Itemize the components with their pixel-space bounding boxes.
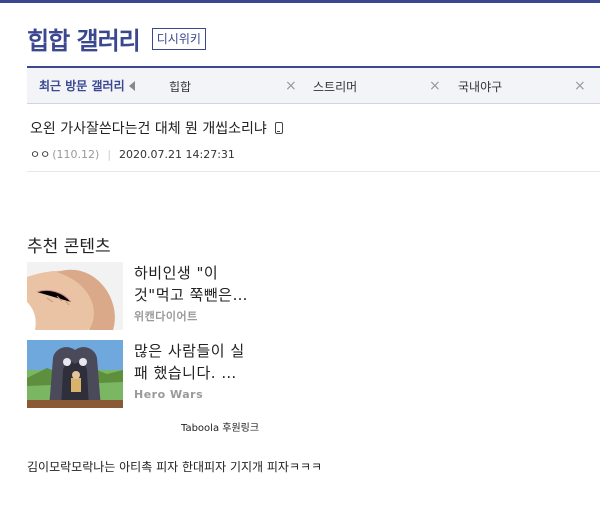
post-title: 오왼 가사잘쓴다는건 대체 뭔 개씹소리냐 [30,118,283,138]
gallery-title[interactable]: 힙합 갤러리 [27,21,141,56]
caret-left-icon[interactable] [128,80,135,91]
recent-visit-item-1[interactable]: 힙합 × [169,68,297,104]
close-icon[interactable]: × [285,78,297,94]
recommended-item[interactable]: 많은 사람들이 실 패 했습니다. … Hero Wars [27,340,287,408]
post-author-ip: (110.12) [52,147,100,161]
gallery-header: 힙합 갤러리 디시위키 [27,21,206,56]
post-author[interactable]: ㅇㅇ [30,146,50,162]
recommended-headline[interactable]: 하비인생 "이 것"먹고 쭉뺀은… [134,262,284,306]
divider [27,171,600,172]
wiki-badge-button[interactable]: 디시위키 [151,28,206,50]
post-title-text: 오왼 가사잘쓴다는건 대체 뭔 개씹소리냐 [30,121,267,137]
recommended-thumbnail[interactable] [27,340,123,408]
recommended-item[interactable]: 하비인생 "이 것"먹고 쭉뺀은… 위캔다이어트 [27,262,287,330]
recent-visit-item-3[interactable]: 국내야구 × [458,68,586,104]
recommended-title: 추천 콘텐츠 [27,237,111,257]
comment-text: 김이모락모락나는 아티촉 피자 한대피자 기지개 피자ㅋㅋㅋ [27,460,323,474]
recent-visit-item-2[interactable]: 스트리머 × [313,68,441,104]
recommended-headline-line[interactable]: 많은 사람들이 실 [134,340,284,362]
recommended-headline-line[interactable]: 패 했습니다. … [134,362,284,384]
post-meta: ㅇㅇ (110.12) | 2020.07.21 14:27:31 [30,146,235,162]
close-icon[interactable]: × [574,78,586,94]
recommended-thumbnail[interactable] [27,262,123,330]
recommended-source[interactable]: 위캔다이어트 [134,308,198,324]
mobile-phone-icon [274,122,283,134]
recent-visit-item-label[interactable]: 국내야구 [458,78,502,95]
recent-visit-item-label[interactable]: 스트리머 [313,78,357,95]
recent-visits-label-group[interactable]: 최근 방문 갤러리 [27,77,169,94]
taboola-sponsored-link[interactable]: Taboola 후원링크 [181,419,259,434]
recent-visits-label: 최근 방문 갤러리 [39,79,125,93]
recommended-headline-line[interactable]: 것"먹고 쭉뺀은… [134,284,284,306]
recent-visits-bar: 최근 방문 갤러리 힙합 × 스트리머 × 국내야구 × [27,66,600,104]
close-icon[interactable]: × [429,78,441,94]
recent-visit-item-label[interactable]: 힙합 [169,78,191,95]
top-accent-line [0,0,600,3]
recommended-source[interactable]: Hero Wars [134,388,203,401]
recommended-headline[interactable]: 많은 사람들이 실 패 했습니다. … [134,340,284,384]
meta-separator: | [107,147,112,161]
post-datetime: 2020.07.21 14:27:31 [119,147,235,161]
recommended-headline-line[interactable]: 하비인생 "이 [134,262,284,284]
